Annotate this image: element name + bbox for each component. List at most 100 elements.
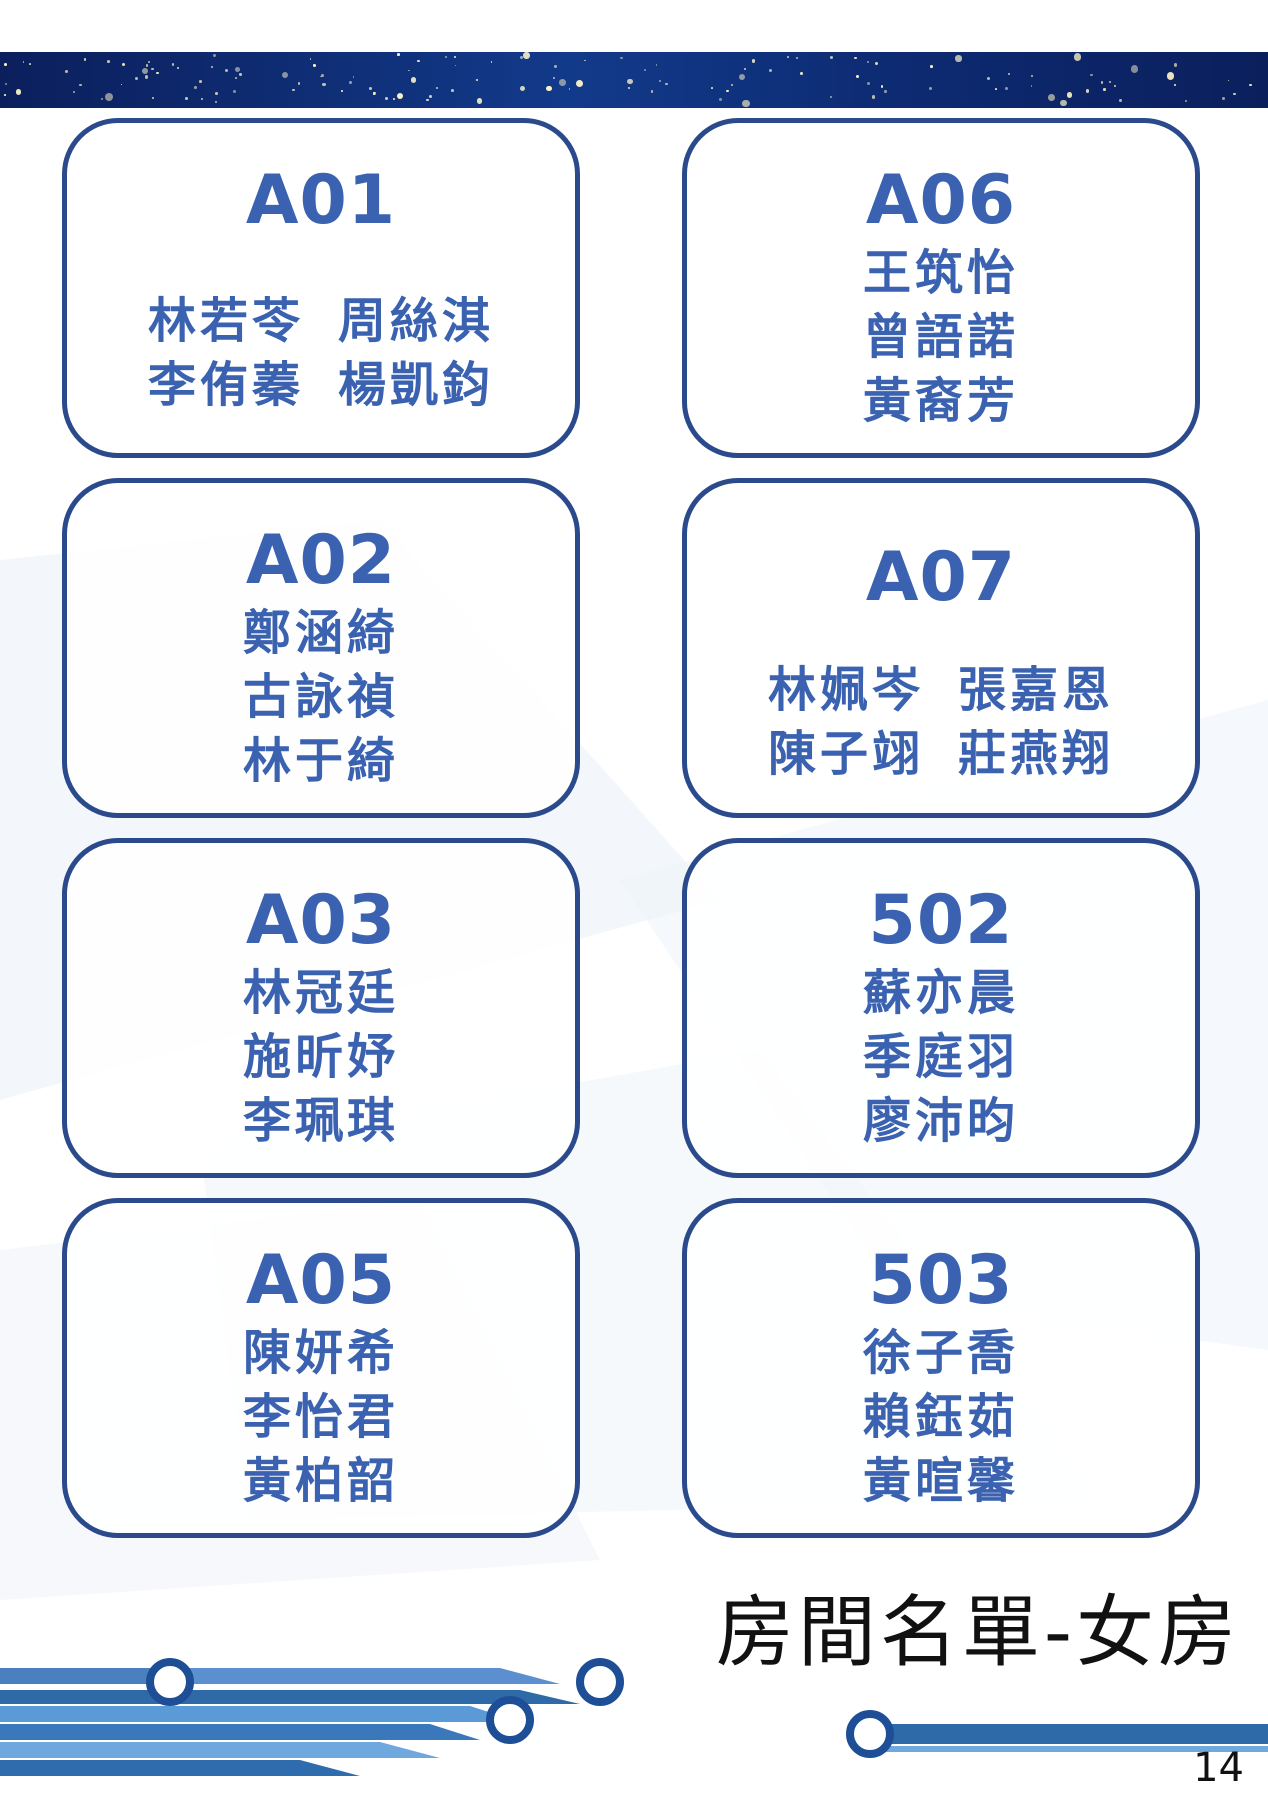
- room-members: 蘇亦晨 季庭羽 廖沛昀: [863, 961, 1019, 1153]
- star-dot: [853, 56, 857, 60]
- star-dot: [151, 67, 155, 71]
- member-name: 陳妍希: [242, 1325, 399, 1381]
- star-dot: [523, 52, 530, 59]
- star-dot: [148, 60, 151, 63]
- star-dot: [1109, 81, 1111, 84]
- star-dot: [238, 72, 243, 77]
- star-dot: [719, 97, 723, 101]
- star-dot: [1174, 63, 1178, 67]
- star-dot: [292, 88, 295, 91]
- star-dot: [16, 89, 22, 95]
- star-dot: [1030, 85, 1033, 88]
- member-pair: 李侑蓁 楊凱鈞: [148, 353, 494, 417]
- star-dot: [987, 77, 991, 81]
- member-name: 李侑蓁: [147, 357, 304, 413]
- star-dot: [1100, 81, 1104, 84]
- star-dot: [234, 77, 237, 80]
- member-name: 曾語諾: [862, 309, 1019, 365]
- star-dot: [1249, 83, 1252, 87]
- star-dot: [79, 83, 83, 87]
- star-dot: [743, 68, 746, 71]
- star-dot: [1227, 79, 1230, 82]
- member-name: 林冠廷: [242, 965, 399, 1021]
- member-name: 林若苓: [147, 293, 304, 349]
- star-dot: [408, 69, 410, 72]
- star-dot: [135, 76, 139, 81]
- room-code: A05: [245, 1241, 397, 1320]
- room-code: A07: [865, 538, 1017, 617]
- member-name: 莊燕翔: [958, 726, 1115, 782]
- room-code: 503: [868, 1241, 1014, 1320]
- room-members: 徐子喬 賴鈺茹 黃暄馨: [863, 1321, 1019, 1513]
- star-dot: [476, 78, 479, 82]
- star-dot: [445, 56, 447, 58]
- star-dot: [83, 58, 87, 61]
- star-dot: [171, 63, 175, 66]
- star-dot: [212, 53, 217, 58]
- star-dot: [1030, 75, 1034, 78]
- star-dot: [416, 59, 420, 63]
- room-members: 王筑怡 曾語諾 黃裔芳: [863, 241, 1019, 433]
- star-dot: [1060, 99, 1068, 107]
- star-dot: [297, 82, 301, 85]
- star-dot: [930, 65, 934, 69]
- star-dot: [1007, 72, 1011, 76]
- star-dot: [1066, 92, 1072, 98]
- star-dot: [225, 69, 229, 73]
- page-number: 14: [1193, 1745, 1244, 1791]
- member-pair: 林若苓 周絲淇: [148, 289, 494, 353]
- star-dot: [72, 91, 75, 94]
- room-card: 502 蘇亦晨 季庭羽 廖沛昀: [682, 838, 1200, 1178]
- star-dot: [554, 65, 557, 68]
- star-dot: [435, 87, 438, 90]
- room-members: 林姵岑 張嘉恩 陳子翊 莊燕翔: [768, 658, 1114, 786]
- member-name: 黃裔芳: [862, 373, 1019, 429]
- member-name: 周絲淇: [338, 293, 495, 349]
- star-dot: [751, 59, 756, 63]
- star-dot: [121, 62, 126, 66]
- star-dot: [867, 60, 869, 63]
- star-dot: [211, 65, 214, 68]
- member-name: 陳子翊: [767, 726, 924, 782]
- star-dot: [520, 56, 524, 60]
- star-dot: [1085, 89, 1090, 93]
- star-dot: [3, 94, 6, 96]
- room-card: A06 王筑怡 曾語諾 黃裔芳: [682, 118, 1200, 458]
- star-dot: [545, 85, 552, 92]
- star-dot: [233, 89, 237, 94]
- star-dot: [575, 79, 583, 87]
- room-code: A02: [245, 521, 397, 600]
- star-dot: [385, 97, 389, 101]
- star-dot: [107, 60, 110, 63]
- star-dot: [650, 90, 654, 93]
- star-dot: [711, 87, 713, 89]
- star-dot: [322, 82, 326, 86]
- star-dot: [100, 98, 103, 101]
- star-dot: [151, 96, 155, 100]
- star-dot: [726, 89, 730, 93]
- member-name: 王筑怡: [862, 245, 1019, 301]
- star-dot: [1090, 74, 1093, 77]
- member-name: 黃暄馨: [862, 1453, 1019, 1509]
- room-members: 林若苓 周絲淇 李侑蓁 楊凱鈞: [148, 289, 494, 417]
- star-dot: [214, 91, 218, 95]
- star-dot: [520, 86, 526, 92]
- star-dot: [368, 87, 373, 91]
- room-card: A02 鄭涵綺 古詠禎 林于綺: [62, 478, 580, 818]
- star-dot: [1103, 88, 1106, 91]
- star-dot: [215, 101, 218, 104]
- star-dot: [429, 95, 432, 98]
- star-dot: [194, 85, 198, 89]
- star-dot: [352, 76, 355, 78]
- star-dot: [22, 61, 25, 63]
- star-dot: [156, 71, 159, 75]
- star-dot: [1167, 72, 1175, 80]
- member-name: 廖沛昀: [862, 1093, 1019, 1149]
- star-dot: [201, 98, 204, 101]
- star-dot: [995, 87, 998, 90]
- star-dot: [1114, 85, 1117, 88]
- star-dot: [643, 68, 646, 71]
- star-dot: [1119, 99, 1122, 103]
- star-dot: [142, 68, 149, 75]
- star-dot: [454, 64, 457, 67]
